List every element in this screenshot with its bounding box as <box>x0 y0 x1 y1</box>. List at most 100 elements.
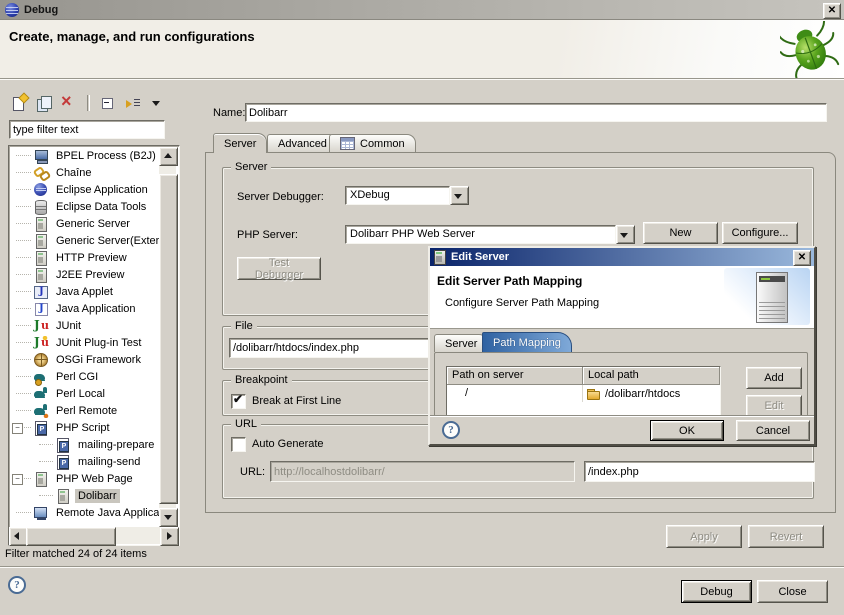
tree-item-php-web-page[interactable]: −PHP Web Page <box>9 470 159 487</box>
tree-item-eclipse-data-tools[interactable]: Eclipse Data Tools <box>9 198 159 215</box>
path-on-server-column[interactable]: Path on server <box>447 367 583 385</box>
server-icon <box>33 251 49 265</box>
apply-button[interactable]: Apply <box>666 525 742 548</box>
cancel-button[interactable]: Cancel <box>736 420 810 441</box>
junit-plugin-icon <box>33 336 49 350</box>
debug-button[interactable]: Debug <box>681 580 752 603</box>
url-path-input[interactable] <box>584 461 815 482</box>
tree-item-label: Generic Server(External La <box>53 234 159 248</box>
close-button[interactable]: Close <box>757 580 828 603</box>
tree-item-dolibarr[interactable]: Dolibarr <box>9 487 159 504</box>
tree-item-label: Generic Server <box>53 217 133 231</box>
php-server-value: Dolibarr PHP Web Server <box>345 225 616 244</box>
menu-dropdown-icon[interactable] <box>149 95 167 112</box>
tree-item-label: Remote Java Application <box>53 506 159 520</box>
tree-item-label: Eclipse Data Tools <box>53 200 149 214</box>
tree-item-label: JUnit Plug-in Test <box>53 336 144 350</box>
php-server-select[interactable]: Dolibarr PHP Web Server <box>345 225 635 244</box>
chevron-down-icon[interactable] <box>450 186 469 205</box>
database-icon <box>33 200 49 214</box>
local-path-column[interactable]: Local path <box>583 367 720 385</box>
dialog-header: Edit Server Path Mapping Configure Serve… <box>430 266 814 329</box>
break-first-line-checkbox[interactable] <box>231 394 246 409</box>
server-tower-icon <box>756 272 788 323</box>
dialog-title: Edit Server <box>451 251 509 263</box>
banner-separator <box>0 78 844 79</box>
tree-item-generic-server-external-la[interactable]: Generic Server(External La <box>9 232 159 249</box>
php-script-icon <box>33 421 49 435</box>
tree-item-perl-cgi[interactable]: Perl CGI <box>9 368 159 385</box>
add-mapping-button[interactable]: Add <box>746 367 802 389</box>
tree-item-java-application[interactable]: Java Application <box>9 300 159 317</box>
url-group-legend: URL <box>231 418 261 430</box>
tree-vscroll-thumb[interactable] <box>159 174 178 504</box>
chain-icon <box>33 166 49 180</box>
filter-icon[interactable] <box>124 95 142 112</box>
dialog-heading: Edit Server Path Mapping <box>437 274 582 288</box>
chevron-down-icon[interactable] <box>616 225 635 244</box>
server-mini-icon <box>434 250 446 265</box>
new-configuration-icon[interactable] <box>10 95 28 112</box>
test-debugger-button[interactable]: Test Debugger <box>237 257 321 280</box>
dialog-button-bar: ? OK Cancel <box>430 415 814 443</box>
eclipse-logo-icon <box>5 3 19 17</box>
tree-item-perl-local[interactable]: Perl Local <box>9 385 159 402</box>
name-input[interactable] <box>245 103 827 122</box>
path-mapping-row[interactable]: //dolibarr/htdocs <box>447 385 720 402</box>
tree-item-osgi-framework[interactable]: OSGi Framework <box>9 351 159 368</box>
tree-item-eclipse-application[interactable]: Eclipse Application <box>9 181 159 198</box>
collapse-all-icon[interactable] <box>99 95 117 112</box>
tree-item-label: Perl Remote <box>53 404 120 418</box>
tree-item-mailing-send[interactable]: mailing-send <box>9 453 159 470</box>
debug-configurations-window: { "window": { "title": "Debug", "header"… <box>0 0 844 615</box>
tab-advanced[interactable]: Advanced <box>267 134 338 152</box>
duplicate-icon[interactable] <box>35 95 53 112</box>
tree-item-perl-remote[interactable]: Perl Remote <box>9 402 159 419</box>
collapse-expander-icon[interactable]: − <box>12 423 23 434</box>
dialog-close-icon[interactable]: ✕ <box>793 250 811 266</box>
tab-common[interactable]: Common <box>329 134 416 152</box>
config-tree: BPEL Process (B2J)ChaîneEclipse Applicat… <box>9 147 159 525</box>
tree-item-junit-plug-in-test[interactable]: JUnit Plug-in Test <box>9 334 159 351</box>
server-icon <box>33 234 49 248</box>
server-debugger-select[interactable]: XDebug <box>345 186 469 205</box>
delete-icon[interactable] <box>60 95 78 112</box>
auto-generate-checkbox[interactable] <box>231 437 246 452</box>
junit-icon <box>33 319 49 333</box>
php-file-icon <box>55 455 71 469</box>
tree-item-junit[interactable]: JUnit <box>9 317 159 334</box>
tree-hscroll-right-icon[interactable] <box>160 527 179 546</box>
toolbar-separator <box>87 95 90 111</box>
osgi-icon <box>33 353 49 367</box>
tree-hscroll-thumb[interactable] <box>26 527 116 546</box>
dialog-tab-path-mapping[interactable]: Path Mapping <box>482 332 572 352</box>
ok-button[interactable]: OK <box>650 420 724 441</box>
tree-item-j2ee-preview[interactable]: J2EE Preview <box>9 266 159 283</box>
dialog-tab-server[interactable]: Server <box>434 334 488 352</box>
local-path-cell: /dolibarr/htdocs <box>583 388 680 400</box>
window-close-icon[interactable]: ✕ <box>823 3 841 19</box>
tree-item-php-script[interactable]: −PHP Script <box>9 419 159 436</box>
local-path-text: /dolibarr/htdocs <box>605 388 680 400</box>
dialog-help-icon[interactable]: ? <box>442 421 460 439</box>
tree-vscroll-down-icon[interactable] <box>159 508 178 527</box>
tree-item-remote-java-application[interactable]: Remote Java Application <box>9 504 159 521</box>
php-web-page-icon <box>55 489 71 503</box>
tree-vscroll-up-icon[interactable] <box>159 147 178 166</box>
tree-item-cha-ne[interactable]: Chaîne <box>9 164 159 181</box>
help-icon[interactable]: ? <box>8 576 26 594</box>
collapse-expander-icon[interactable]: − <box>12 474 23 485</box>
new-server-button[interactable]: New <box>643 222 718 244</box>
filter-input[interactable] <box>9 120 165 139</box>
tree-item-mailing-prepare[interactable]: mailing-prepare <box>9 436 159 453</box>
tab-server[interactable]: Server <box>213 133 267 153</box>
configure-server-button[interactable]: Configure... <box>722 222 798 244</box>
server-debugger-label: Server Debugger: <box>237 191 324 203</box>
tree-item-bpel-process-b2j[interactable]: BPEL Process (B2J) <box>9 147 159 164</box>
tree-item-generic-server[interactable]: Generic Server <box>9 215 159 232</box>
edit-mapping-button[interactable]: Edit <box>746 395 802 417</box>
name-label: Name: <box>213 107 245 119</box>
tree-item-http-preview[interactable]: HTTP Preview <box>9 249 159 266</box>
revert-button[interactable]: Revert <box>748 525 824 548</box>
tree-item-java-applet[interactable]: Java Applet <box>9 283 159 300</box>
